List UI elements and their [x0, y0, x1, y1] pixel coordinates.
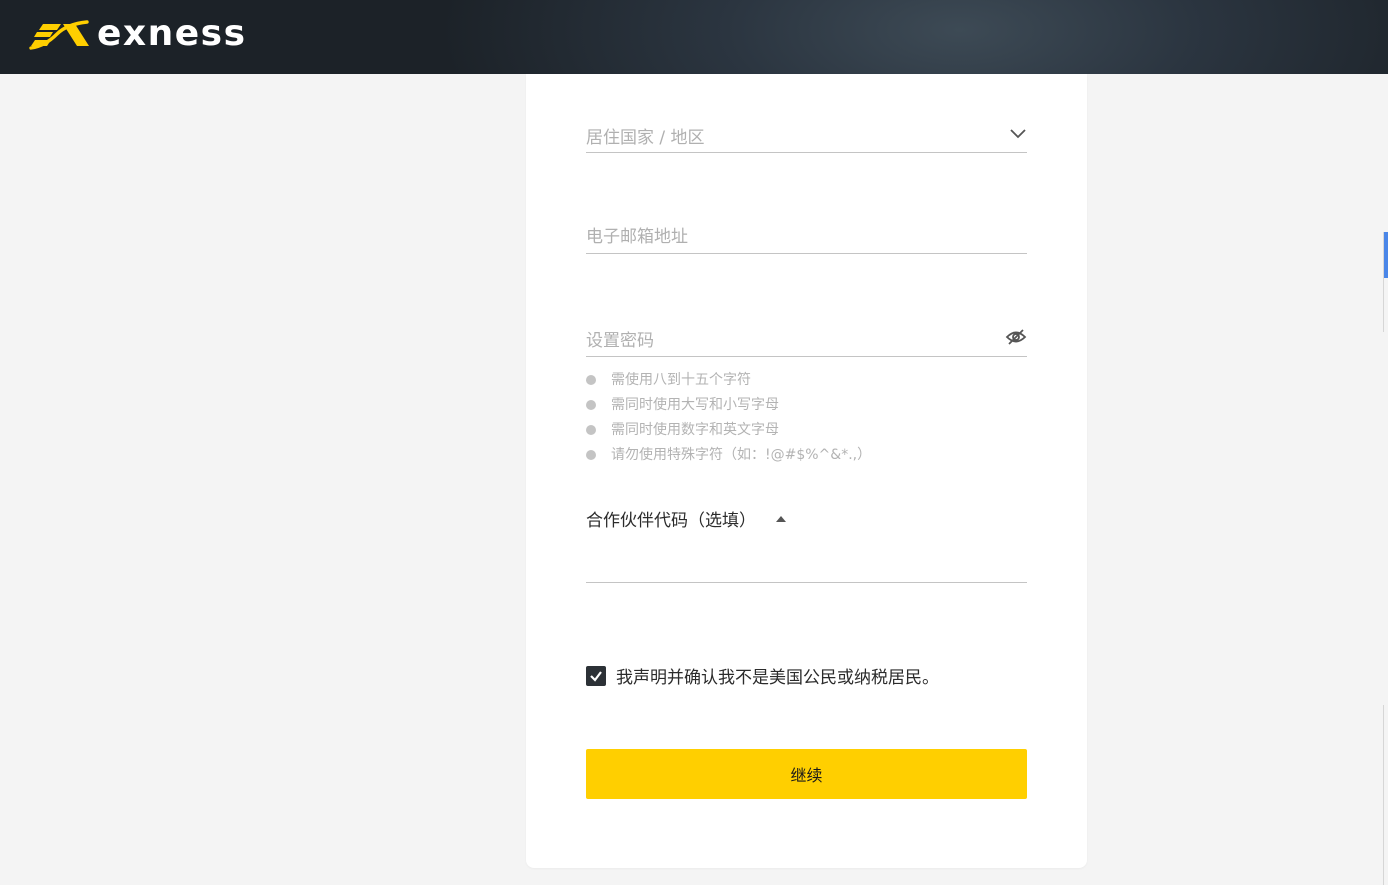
rule-bullet [586, 425, 596, 435]
check-icon [590, 670, 602, 682]
email-field[interactable]: 电子邮箱地址 [586, 227, 1027, 254]
password-rules: 需使用八到十五个字符 需同时使用大写和小写字母 需同时使用数字和英文字母 请勿使… [586, 370, 871, 470]
right-edge-panel [1383, 0, 1388, 885]
declaration-checkbox[interactable] [586, 665, 606, 686]
password-field[interactable]: 设置密码 [586, 329, 1027, 357]
email-placeholder: 电子邮箱地址 [586, 227, 688, 247]
caret-up-icon [776, 515, 786, 522]
top-bar: exness [0, 0, 1388, 74]
password-placeholder: 设置密码 [586, 331, 654, 351]
exness-logo[interactable]: exness [27, 16, 247, 52]
chevron-down-icon[interactable] [1009, 126, 1027, 142]
country-select[interactable]: 居住国家 / 地区 [586, 128, 1027, 153]
password-rule: 需同时使用数字和英文字母 [586, 420, 871, 445]
password-rule: 需同时使用大写和小写字母 [586, 395, 871, 420]
partner-code-toggle[interactable]: 合作伙伴代码（选填） [586, 506, 786, 531]
eye-off-icon[interactable] [1005, 326, 1027, 348]
divider [1383, 705, 1384, 885]
country-placeholder: 居住国家 / 地区 [586, 128, 705, 148]
password-rule: 需使用八到十五个字符 [586, 370, 871, 395]
continue-button[interactable]: 继续 [586, 749, 1027, 799]
partner-code-input[interactable] [586, 582, 1027, 583]
rule-bullet [586, 375, 596, 385]
brand-name: exness [97, 13, 247, 54]
exness-logo-mark [29, 20, 89, 50]
side-tab-indicator[interactable] [1384, 232, 1388, 278]
rule-bullet [586, 400, 596, 410]
declaration-text: 我声明并确认我不是美国公民或纳税居民。 [616, 668, 939, 688]
declaration-row[interactable]: 我声明并确认我不是美国公民或纳税居民。 [586, 663, 939, 688]
password-rule: 请勿使用特殊字符（如：!@#$%^&*.,） [586, 445, 871, 470]
partner-code-label: 合作伙伴代码（选填） [586, 511, 756, 531]
rule-bullet [586, 450, 596, 460]
registration-card: 居住国家 / 地区 电子邮箱地址 设置密码 需使用八到十五个字符 需同时使用大写… [526, 74, 1087, 868]
